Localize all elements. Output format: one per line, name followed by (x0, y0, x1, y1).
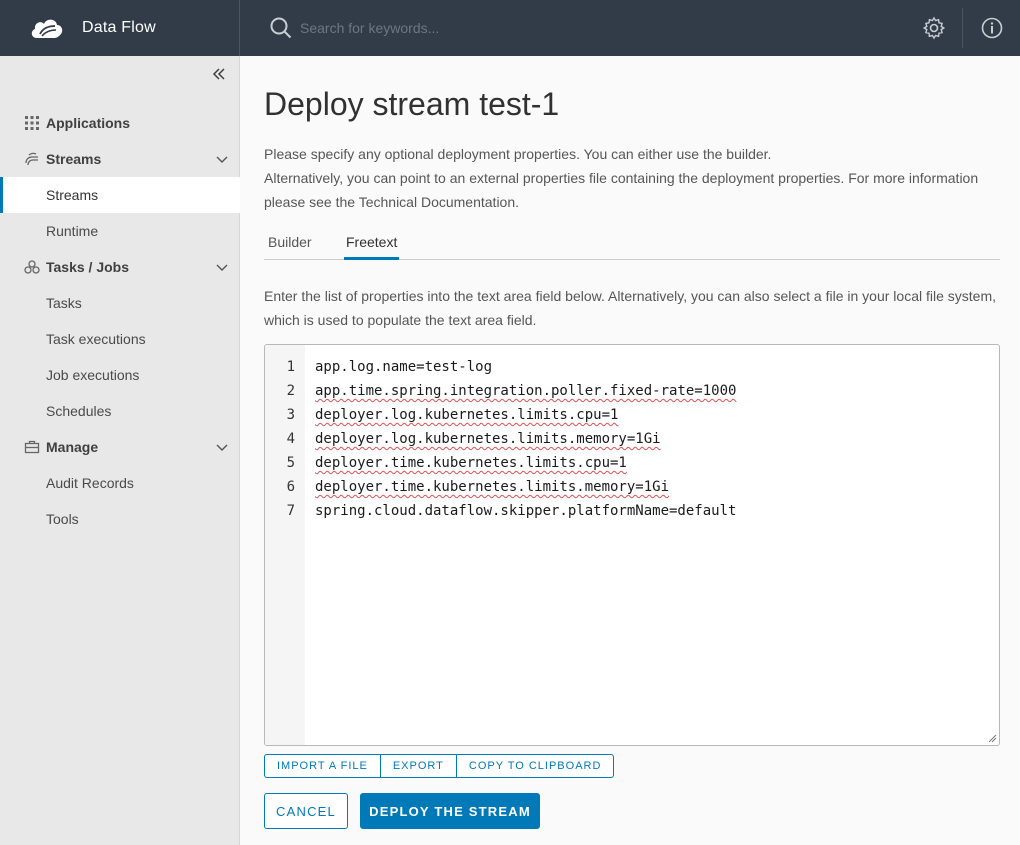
sidebar-group-manage[interactable]: Manage (0, 429, 240, 465)
code-line[interactable]: deployer.log.kubernetes.limits.memory=1G… (315, 431, 661, 447)
sidebar-group-label: Applications (46, 115, 131, 131)
top-header: Data Flow (0, 0, 1020, 56)
import-file-button[interactable]: IMPORT A FILE (265, 755, 381, 777)
sidebar-group-streams[interactable]: Streams (0, 141, 240, 177)
gear-icon (922, 16, 945, 40)
export-button[interactable]: EXPORT (381, 755, 457, 777)
sidebar-item-label: Runtime (46, 223, 99, 239)
sidebar-item-tasks[interactable]: Tasks (0, 285, 240, 321)
chevron-down-icon (216, 156, 228, 163)
sidebar-group-label: Manage (46, 439, 99, 455)
tab-bar: Builder Freetext (264, 232, 1000, 260)
sidebar-item-label: Job executions (46, 367, 140, 383)
double-chevron-left-icon[interactable] (211, 66, 227, 82)
streams-icon (25, 152, 38, 166)
brand[interactable]: Data Flow (0, 0, 240, 56)
tasks-icon (24, 260, 40, 274)
chevron-down-icon (216, 444, 228, 451)
sidebar-group-label: Tasks / Jobs (46, 259, 130, 275)
code-line[interactable]: deployer.time.kubernetes.limits.cpu=1 (315, 455, 627, 471)
cancel-button[interactable]: CANCEL (264, 793, 348, 829)
code-line[interactable]: app.time.spring.integration.poller.fixed… (315, 383, 736, 399)
sidebar-item-label: Tools (46, 511, 79, 527)
code-line[interactable]: deployer.time.kubernetes.limits.memory=1… (315, 479, 669, 495)
line-number: 5 (286, 455, 295, 471)
sidebar-item-audit-records[interactable]: Audit Records (0, 465, 240, 501)
sidebar-item-streams[interactable]: Streams (0, 177, 240, 213)
sidebar-item-applications[interactable]: Applications (0, 105, 240, 141)
intro-line: Please specify any optional deployment p… (264, 146, 772, 162)
sidebar-item-job-executions[interactable]: Job executions (0, 357, 240, 393)
sidebar-item-task-executions[interactable]: Task executions (0, 321, 240, 357)
intro-line: Alternatively, you can point to an exter… (264, 170, 979, 210)
code-line[interactable]: app.log.name=test-log (315, 359, 492, 375)
sidebar: Applications Streams Streams Runtime Tas… (0, 56, 240, 845)
sidebar-item-label: Audit Records (46, 475, 134, 491)
tab-freetext[interactable]: Freetext (344, 234, 400, 260)
line-number: 7 (286, 503, 295, 519)
line-number: 1 (286, 359, 295, 375)
search-icon (270, 17, 292, 39)
grid-icon (25, 116, 39, 130)
page-title: Deploy stream test-1 (264, 86, 560, 122)
resize-handle-icon[interactable] (987, 733, 997, 743)
about-button[interactable] (963, 0, 1020, 56)
intro-text: Please specify any optional deployment p… (264, 142, 1000, 214)
app-title: Data Flow (82, 19, 156, 36)
briefcase-icon (24, 440, 40, 454)
sidebar-item-label: Schedules (46, 403, 112, 419)
help-text: Enter the list of properties into the te… (264, 288, 996, 328)
chevron-down-icon (216, 264, 228, 271)
line-number-gutter: 1 2 3 4 5 6 7 (265, 345, 305, 745)
line-number: 4 (286, 431, 295, 447)
search-bar (240, 0, 905, 56)
info-icon (981, 17, 1002, 39)
line-number: 6 (286, 479, 295, 495)
sidebar-group-tasks-jobs[interactable]: Tasks / Jobs (0, 249, 240, 285)
sidebar-item-runtime[interactable]: Runtime (0, 213, 240, 249)
line-number: 2 (286, 383, 295, 399)
settings-button[interactable] (905, 0, 962, 56)
sidebar-item-label: Streams (46, 187, 99, 203)
sidebar-group-label: Streams (46, 151, 102, 167)
tab-builder[interactable]: Builder (268, 234, 312, 260)
file-actions-group: IMPORT A FILE EXPORT COPY TO CLIPBOARD (264, 754, 615, 778)
code-line[interactable]: deployer.log.kubernetes.limits.cpu=1 (315, 407, 618, 423)
search-input[interactable] (300, 20, 800, 36)
sidebar-item-schedules[interactable]: Schedules (0, 393, 240, 429)
copy-to-clipboard-button[interactable]: COPY TO CLIPBOARD (457, 755, 614, 777)
deploy-stream-button[interactable]: DEPLOY THE STREAM (360, 793, 540, 829)
line-number: 3 (286, 407, 295, 423)
cloud-logo-icon (31, 19, 63, 38)
sidebar-item-label: Task executions (46, 331, 146, 347)
sidebar-item-label: Tasks (46, 295, 82, 311)
properties-editor[interactable]: 1 2 3 4 5 6 7 app.log.name=test-log app.… (264, 344, 1000, 746)
sidebar-item-tools[interactable]: Tools (0, 501, 240, 537)
code-line[interactable]: spring.cloud.dataflow.skipper.platformNa… (315, 503, 736, 519)
